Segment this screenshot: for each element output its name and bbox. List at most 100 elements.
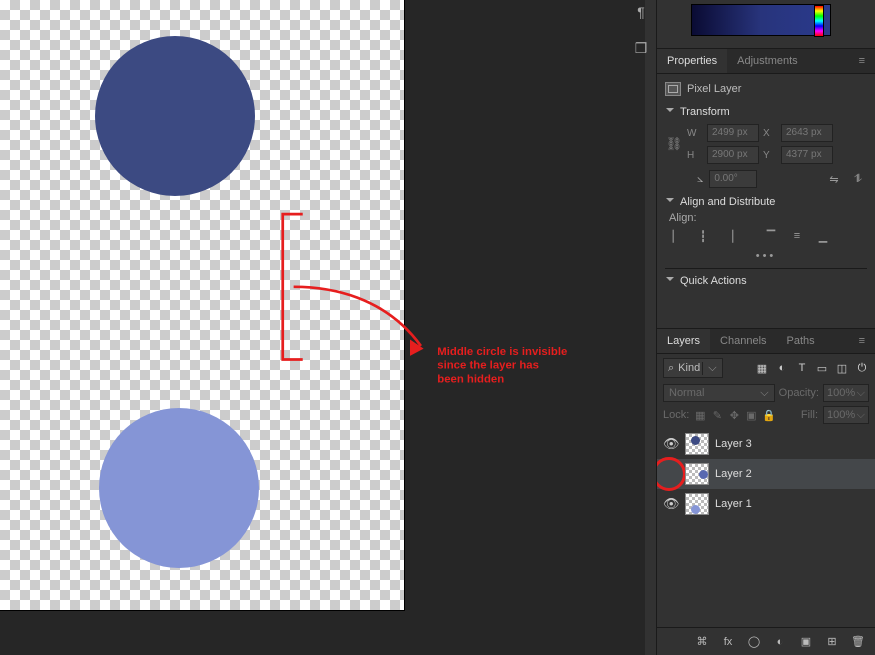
circle-light-blue[interactable] — [99, 408, 259, 568]
layer-list: 👁 Layer 3 👁Layer 2 👁 Layer 1 — [657, 429, 875, 627]
align-bottom-icon[interactable]: ▁ — [815, 230, 831, 244]
lock-full-icon[interactable]: 🔒 — [762, 409, 774, 422]
adjustment-layer-icon[interactable]: ◐ — [773, 636, 787, 648]
filter-type-icon[interactable]: T — [795, 362, 809, 375]
visibility-eye-icon[interactable]: 👁 — [663, 496, 679, 512]
layer-name[interactable]: Layer 3 — [715, 438, 752, 450]
align-sublabel: Align: — [665, 212, 867, 224]
paragraph-icon[interactable]: ¶ — [630, 4, 652, 20]
right-panel-column: ¶ ❒ Properties Adjustments ≡ Pixel Layer… — [656, 0, 875, 655]
x-input[interactable]: 2643 px — [781, 124, 833, 142]
group-layers-icon[interactable]: ▣ — [799, 635, 813, 648]
layers-panel: Layers Channels Paths ≡ ⌕ Kind ⌵ ▦ ◐ T ▭… — [657, 328, 875, 655]
pixel-layer-label: Pixel Layer — [687, 83, 741, 95]
lock-move-icon[interactable]: ✥ — [728, 409, 740, 422]
transform-grid: ⛓ W 2499 px X 2643 px H 2900 px Y 4377 p… — [665, 122, 867, 166]
circle-dark-blue[interactable] — [95, 36, 255, 196]
tab-adjustments[interactable]: Adjustments — [727, 49, 808, 73]
layer-fx-icon[interactable]: fx — [721, 636, 735, 648]
color-swatch[interactable] — [691, 4, 831, 36]
opacity-input[interactable]: 100% ⌵ — [823, 384, 869, 402]
align-vcenter-icon[interactable]: ≡ — [789, 230, 805, 244]
layer-mask-icon[interactable]: ◯ — [747, 635, 761, 648]
rotation-input[interactable]: 0.00° — [709, 170, 757, 188]
properties-menu-icon[interactable]: ≡ — [851, 55, 875, 67]
layers-blend-row: Normal ⌵ Opacity: 100% ⌵ — [657, 382, 875, 404]
filter-toggle-icon[interactable]: ⏻ — [855, 362, 869, 375]
layer-row[interactable]: 👁Layer 2 — [657, 459, 875, 489]
hue-strip[interactable] — [814, 5, 824, 37]
layer-row[interactable]: 👁 Layer 3 — [657, 429, 875, 459]
chevron-down-icon: ⌵ — [857, 387, 865, 400]
lock-all-icon[interactable]: ▦ — [694, 409, 706, 422]
rotation-icon: ⦣ — [697, 173, 703, 186]
annotation-line3: been hidden — [437, 373, 504, 385]
lock-brush-icon[interactable]: ✎ — [711, 409, 723, 422]
chevron-down-icon: ⌵ — [760, 387, 768, 400]
artboard-canvas[interactable] — [0, 0, 404, 610]
blend-mode-select[interactable]: Normal ⌵ — [663, 384, 775, 402]
layers-filter-row: ⌕ Kind ⌵ ▦ ◐ T ▭ ◫ ⏻ — [657, 354, 875, 382]
x-label: X — [763, 128, 777, 139]
link-layers-icon[interactable]: ⌘ — [695, 635, 709, 648]
opacity-label: Opacity: — [779, 387, 819, 399]
tab-paths[interactable]: Paths — [777, 329, 825, 353]
layers-lock-row: Lock: ▦ ✎ ✥ ▣ 🔒 Fill: 100% ⌵ — [657, 404, 875, 429]
tab-layers[interactable]: Layers — [657, 329, 710, 353]
w-label: W — [687, 128, 703, 139]
annotation-line2: since the layer has — [437, 360, 539, 372]
layers-tabrow: Layers Channels Paths ≡ — [657, 328, 875, 354]
h-input[interactable]: 2900 px — [707, 146, 759, 164]
align-section-header[interactable]: Align and Distribute — [665, 190, 867, 212]
h-label: H — [687, 150, 703, 161]
transform-rotation-row: ⦣ 0.00° ⇋ ⥮ — [665, 166, 867, 190]
flip-vertical-icon[interactable]: ⥮ — [849, 171, 867, 187]
tab-channels[interactable]: Channels — [710, 329, 776, 353]
lock-artboard-icon[interactable]: ▣ — [745, 409, 757, 422]
layer-name[interactable]: Layer 2 — [715, 468, 752, 480]
align-left-icon[interactable]: ▏ — [669, 230, 685, 244]
tab-properties[interactable]: Properties — [657, 49, 727, 73]
fill-label: Fill: — [801, 409, 818, 421]
filter-smart-icon[interactable]: ◫ — [835, 362, 849, 375]
w-input[interactable]: 2499 px — [707, 124, 759, 142]
new-layer-icon[interactable]: ⊞ — [825, 635, 839, 648]
3d-icon[interactable]: ❒ — [630, 40, 652, 57]
link-wh-icon[interactable]: ⛓ — [665, 136, 683, 152]
pixel-layer-icon — [665, 82, 681, 96]
y-input[interactable]: 4377 px — [781, 146, 833, 164]
align-top-icon[interactable]: ▔ — [763, 230, 779, 244]
filter-adjust-icon[interactable]: ◐ — [775, 362, 789, 375]
properties-body: Pixel Layer Transform ⛓ W 2499 px X 2643… — [657, 74, 875, 295]
quick-actions-header[interactable]: Quick Actions — [665, 269, 867, 293]
pixel-layer-indicator: Pixel Layer — [665, 80, 867, 102]
chevron-down-icon: ⌵ — [857, 409, 865, 422]
align-hcenter-icon[interactable]: ┇ — [695, 230, 711, 244]
annotation-line1: Middle circle is invisible — [437, 346, 567, 358]
chevron-down-icon: ⌵ — [702, 362, 721, 375]
visibility-eye-icon[interactable]: 👁 — [663, 436, 679, 452]
layer-row[interactable]: 👁 Layer 1 — [657, 489, 875, 519]
filter-pixel-icon[interactable]: ▦ — [755, 362, 769, 375]
more-align-icon[interactable]: ••• — [665, 244, 867, 262]
align-right-icon[interactable]: ▕ — [721, 230, 737, 244]
properties-tabrow: Properties Adjustments ≡ — [657, 48, 875, 74]
search-icon: ⌕ — [664, 362, 678, 375]
color-picker-preview[interactable] — [657, 0, 875, 48]
layer-thumbnail[interactable] — [685, 433, 709, 455]
layers-menu-icon[interactable]: ≡ — [851, 335, 875, 347]
lock-label: Lock: — [663, 409, 689, 421]
delete-layer-icon[interactable]: 🗑 — [851, 635, 865, 648]
layer-name[interactable]: Layer 1 — [715, 498, 752, 510]
fill-input[interactable]: 100% ⌵ — [823, 406, 869, 424]
y-label: Y — [763, 150, 777, 161]
align-buttons: ▏ ┇ ▕ ▔ ≡ ▁ — [665, 224, 867, 244]
layer-kind-select[interactable]: ⌕ Kind ⌵ — [663, 358, 723, 378]
flip-horizontal-icon[interactable]: ⇋ — [825, 171, 843, 187]
filter-shape-icon[interactable]: ▭ — [815, 362, 829, 375]
transform-section-header[interactable]: Transform — [665, 102, 867, 122]
layer-thumbnail[interactable] — [685, 463, 709, 485]
layers-footer: ⌘ fx ◯ ◐ ▣ ⊞ 🗑 — [657, 627, 875, 655]
layer-thumbnail[interactable] — [685, 493, 709, 515]
workspace-area: Middle circle is invisible since the lay… — [0, 0, 645, 655]
